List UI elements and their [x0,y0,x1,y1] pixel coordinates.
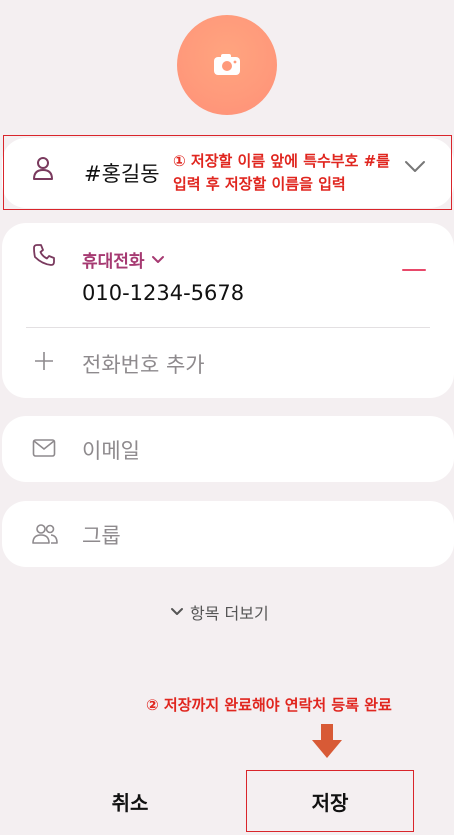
annotation-line-2: 입력 후 저장할 이름을 입력 [173,175,346,193]
more-fields-button[interactable]: 항목 더보기 [170,600,269,624]
email-input[interactable]: 이메일 [82,435,140,465]
plus-icon [35,352,53,370]
phone-icon [33,244,55,266]
cancel-button[interactable]: 취소 [50,770,210,832]
divider [26,327,430,328]
group-input[interactable]: 그룹 [82,520,121,550]
camera-icon [214,54,240,75]
contact-photo-button[interactable] [177,15,277,115]
arrow-down-icon [312,724,342,758]
remove-phone-button[interactable] [402,269,426,271]
group-card: 그룹 [2,501,454,567]
mail-icon [32,439,56,457]
chevron-down-icon [171,608,183,615]
chevron-down-icon [151,255,164,263]
annotation-save-instruction: ② 저장까지 완료해야 연락처 등록 완료 [146,696,392,714]
phone-type-label: 휴대전화 [82,252,145,272]
annotation-name-instruction: ① 저장할 이름 앞에 특수부호 #를 입력 후 저장할 이름을 입력 [173,150,448,196]
email-card: 이메일 [2,416,454,482]
more-fields-label: 항목 더보기 [190,604,269,623]
phone-card: 휴대전화 010-1234-5678 전화번호 추가 [2,223,454,398]
annotation-line-1: ① 저장할 이름 앞에 특수부호 #를 [173,152,390,170]
add-phone-button[interactable]: 전화번호 추가 [82,349,205,379]
save-button[interactable]: 저장 [246,770,414,832]
people-icon [32,524,58,544]
phone-type-dropdown[interactable]: 휴대전화 [82,247,165,272]
phone-number-input[interactable]: 010-1234-5678 [82,281,244,305]
